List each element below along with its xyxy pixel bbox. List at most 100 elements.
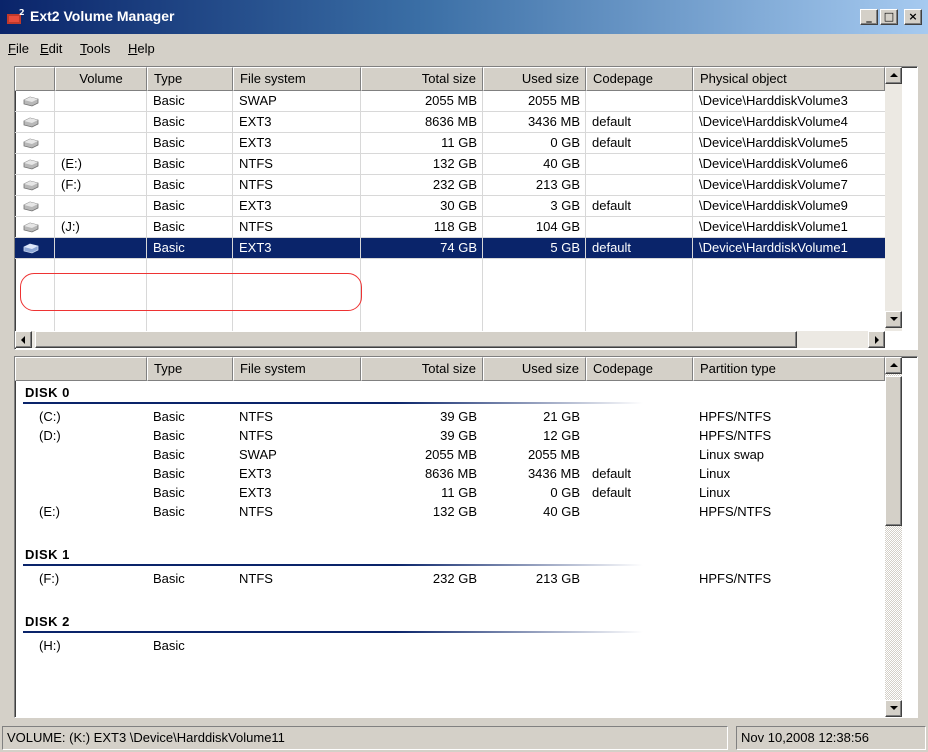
disk-column-header-type[interactable]: Type — [147, 357, 233, 381]
volume-cell-used-size[interactable]: 5 GB — [483, 238, 586, 258]
volume-cell-total-size[interactable]: 232 GB — [361, 175, 483, 195]
volume-cell-volume[interactable]: (F:) — [55, 175, 147, 195]
minimize-button[interactable]: _ — [860, 9, 878, 25]
volume-list-hscrollbar[interactable] — [15, 331, 885, 348]
disk-column-header-codepage[interactable]: Codepage — [586, 357, 693, 381]
volume-cell-total-size[interactable]: 2055 MB — [361, 91, 483, 111]
disk-cell-type[interactable]: Basic — [147, 464, 233, 484]
disk-cell-codepage[interactable] — [586, 445, 693, 465]
disk-cell-blank[interactable] — [33, 445, 133, 465]
disk-cell-total-size[interactable]: 39 GB — [361, 426, 483, 446]
disk-cell-codepage[interactable]: default — [586, 483, 693, 503]
volume-cell-type[interactable]: Basic — [147, 238, 233, 258]
column-header-type[interactable]: Type — [147, 67, 233, 91]
volume-cell-type[interactable]: Basic — [147, 217, 233, 237]
menu-edit[interactable]: Edit — [40, 41, 62, 56]
volume-cell-physical-object[interactable]: \Device\HarddiskVolume4 — [693, 112, 885, 132]
disk-cell-used-size[interactable] — [483, 636, 586, 656]
volume-cell-type[interactable]: Basic — [147, 91, 233, 111]
disk-cell-partition-type[interactable]: Linux — [693, 464, 885, 484]
scroll-right-button[interactable] — [868, 331, 885, 348]
menu-help[interactable]: Help — [128, 41, 155, 56]
disk-cell-codepage[interactable]: default — [586, 464, 693, 484]
disk-cell-codepage[interactable] — [586, 407, 693, 427]
disk-cell-total-size[interactable] — [361, 636, 483, 656]
close-button[interactable]: × — [904, 9, 922, 25]
volume-cell-file-system[interactable]: NTFS — [233, 175, 361, 195]
volume-cell-physical-object[interactable]: \Device\HarddiskVolume7 — [693, 175, 885, 195]
volume-cell-physical-object[interactable]: \Device\HarddiskVolume1 — [693, 217, 885, 237]
disk-cell-used-size[interactable]: 21 GB — [483, 407, 586, 427]
disk-cell-total-size[interactable]: 39 GB — [361, 407, 483, 427]
volume-cell-used-size[interactable]: 104 GB — [483, 217, 586, 237]
volume-cell-used-size[interactable]: 40 GB — [483, 154, 586, 174]
volume-cell-file-system[interactable]: EXT3 — [233, 133, 361, 153]
volume-cell-codepage[interactable] — [586, 154, 693, 174]
volume-cell-total-size[interactable]: 118 GB — [361, 217, 483, 237]
volume-cell-volume[interactable] — [55, 238, 147, 258]
volume-cell-file-system[interactable]: SWAP — [233, 91, 361, 111]
disk-cell-file-system[interactable]: EXT3 — [233, 464, 361, 484]
disk-cell-partition-type[interactable]: HPFS/NTFS — [693, 502, 885, 522]
column-header-used-size[interactable]: Used size — [483, 67, 586, 91]
volume-cell-used-size[interactable]: 3436 MB — [483, 112, 586, 132]
disk-cell-partition-type[interactable]: HPFS/NTFS — [693, 426, 885, 446]
disk-cell-blank[interactable] — [33, 464, 133, 484]
volume-cell-volume[interactable]: (E:) — [55, 154, 147, 174]
volume-cell-total-size[interactable]: 8636 MB — [361, 112, 483, 132]
disk-cell-total-size[interactable]: 232 GB — [361, 569, 483, 589]
disk-cell-type[interactable]: Basic — [147, 426, 233, 446]
volume-cell-total-size[interactable]: 30 GB — [361, 196, 483, 216]
volume-cell-volume[interactable] — [55, 196, 147, 216]
vscroll-thumb[interactable] — [885, 376, 902, 526]
scroll-left-button[interactable] — [15, 331, 32, 348]
volume-cell-type[interactable]: Basic — [147, 133, 233, 153]
volume-cell-volume[interactable] — [55, 133, 147, 153]
volume-cell-type[interactable]: Basic — [147, 196, 233, 216]
volume-cell-codepage[interactable]: default — [586, 238, 693, 258]
volume-cell-physical-object[interactable]: \Device\HarddiskVolume9 — [693, 196, 885, 216]
disk-column-header-total-size[interactable]: Total size — [361, 357, 483, 381]
disk-cell-file-system[interactable]: NTFS — [233, 569, 361, 589]
disk-cell-total-size[interactable]: 132 GB — [361, 502, 483, 522]
disk-cell-type[interactable]: Basic — [147, 445, 233, 465]
disk-list-vscrollbar[interactable] — [885, 357, 902, 717]
volume-cell-codepage[interactable]: default — [586, 196, 693, 216]
volume-cell-file-system[interactable]: EXT3 — [233, 196, 361, 216]
disk-cell-total-size[interactable]: 2055 MB — [361, 445, 483, 465]
disk-cell-blank[interactable]: (F:) — [33, 569, 133, 589]
disk-cell-used-size[interactable]: 3436 MB — [483, 464, 586, 484]
disk-cell-used-size[interactable]: 40 GB — [483, 502, 586, 522]
disk-cell-blank[interactable] — [33, 483, 133, 503]
disk-cell-partition-type[interactable] — [693, 636, 885, 656]
disk-cell-codepage[interactable] — [586, 426, 693, 446]
volume-cell-codepage[interactable]: default — [586, 112, 693, 132]
disk-cell-file-system[interactable]: NTFS — [233, 426, 361, 446]
volume-cell-codepage[interactable]: default — [586, 133, 693, 153]
disk-cell-file-system[interactable]: SWAP — [233, 445, 361, 465]
maximize-button[interactable]: □ — [880, 9, 898, 25]
volume-cell-codepage[interactable] — [586, 175, 693, 195]
volume-cell-total-size[interactable]: 132 GB — [361, 154, 483, 174]
volume-cell-physical-object[interactable]: \Device\HarddiskVolume3 — [693, 91, 885, 111]
volume-cell-codepage[interactable] — [586, 91, 693, 111]
disk-cell-partition-type[interactable]: Linux swap — [693, 445, 885, 465]
disk-cell-type[interactable]: Basic — [147, 407, 233, 427]
column-header-file-system[interactable]: File system — [233, 67, 361, 91]
column-header-physical-object[interactable]: Physical object — [693, 67, 885, 91]
column-header-codepage[interactable]: Codepage — [586, 67, 693, 91]
disk-cell-type[interactable]: Basic — [147, 483, 233, 503]
column-header-volume[interactable]: Volume — [55, 67, 147, 91]
menu-file[interactable]: File — [8, 41, 29, 56]
hscroll-thumb[interactable] — [35, 331, 797, 348]
disk-cell-file-system[interactable]: NTFS — [233, 407, 361, 427]
disk-cell-total-size[interactable]: 11 GB — [361, 483, 483, 503]
disk-cell-type[interactable]: Basic — [147, 636, 233, 656]
disk-cell-used-size[interactable]: 213 GB — [483, 569, 586, 589]
scroll-down-button[interactable] — [885, 311, 902, 328]
volume-cell-total-size[interactable]: 74 GB — [361, 238, 483, 258]
volume-cell-file-system[interactable]: EXT3 — [233, 238, 361, 258]
title-bar[interactable]: 2 Ext2 Volume Manager _ □ × — [0, 0, 928, 34]
disk-list[interactable]: Type File system Total size Used size Codepa… — [14, 356, 918, 718]
disk-cell-used-size[interactable]: 2055 MB — [483, 445, 586, 465]
